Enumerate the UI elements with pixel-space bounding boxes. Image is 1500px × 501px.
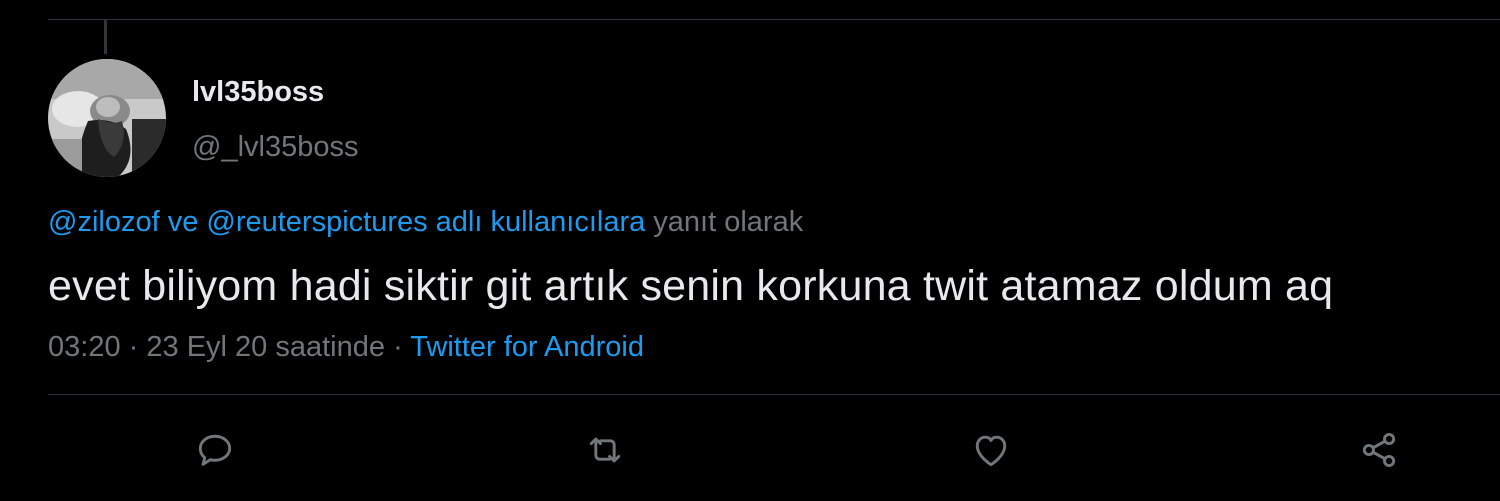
like-icon bbox=[975, 435, 1007, 467]
avatar[interactable] bbox=[48, 59, 166, 177]
top-divider bbox=[48, 19, 1500, 20]
like-button[interactable] bbox=[966, 425, 1016, 475]
thread-connector-line bbox=[104, 20, 107, 54]
reply-mentions-link[interactable]: @zilozof ve @reuterspictures adlı kullan… bbox=[48, 206, 645, 238]
tweet-time[interactable]: 03:20 bbox=[48, 331, 121, 363]
bottom-divider bbox=[48, 394, 1500, 395]
tweet-metadata: 03:20 · 23 Eyl 20 saatinde · Twitter for… bbox=[48, 331, 644, 364]
tweet-date[interactable]: 23 Eyl 20 saatinde bbox=[146, 331, 385, 363]
meta-separator: · bbox=[393, 331, 403, 363]
share-icon bbox=[1362, 432, 1396, 468]
reply-button[interactable] bbox=[190, 425, 240, 475]
display-name[interactable]: lvl35boss bbox=[192, 76, 324, 109]
reply-context: @zilozof ve @reuterspictures adlı kullan… bbox=[48, 206, 803, 239]
tweet-actions-bar bbox=[0, 425, 1500, 475]
retweet-button[interactable] bbox=[580, 425, 630, 475]
avatar-portrait-image bbox=[48, 59, 166, 177]
tweet-source-link[interactable]: Twitter for Android bbox=[410, 331, 644, 363]
meta-separator: · bbox=[128, 331, 139, 363]
reply-icon bbox=[198, 434, 232, 466]
reply-suffix: yanıt olarak bbox=[653, 206, 804, 238]
share-button[interactable] bbox=[1354, 425, 1404, 475]
tweet-text: evet biliyom hadi siktir git artık senin… bbox=[48, 262, 1334, 310]
user-handle[interactable]: @_lvl35boss bbox=[192, 131, 358, 164]
retweet-icon bbox=[589, 437, 621, 463]
